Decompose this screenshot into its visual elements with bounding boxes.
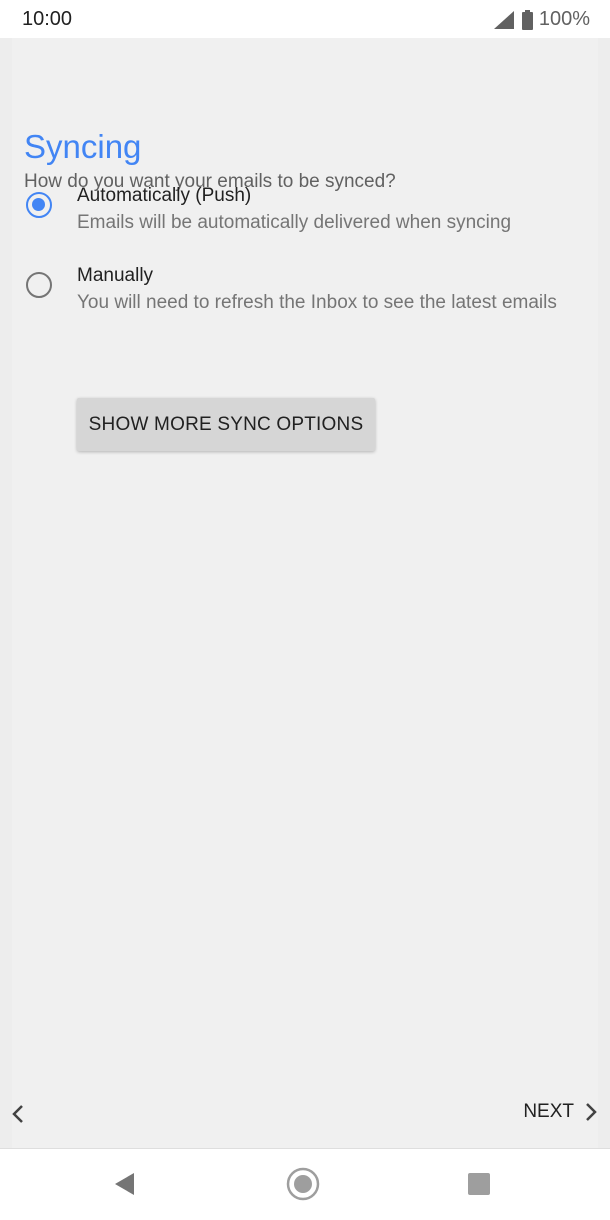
show-more-sync-options-button[interactable]: SHOW MORE SYNC OPTIONS: [77, 398, 375, 451]
option-description: Emails will be automatically delivered w…: [77, 212, 512, 233]
nav-back-icon[interactable]: [112, 1171, 138, 1197]
nav-recents-icon[interactable]: [468, 1173, 490, 1195]
radio-selected-icon[interactable]: [26, 192, 52, 218]
navigation-bar: [0, 1148, 610, 1220]
next-chevron-icon: [586, 1103, 597, 1121]
status-bar: 10:00 100%: [0, 0, 610, 38]
battery-percent: 100%: [538, 8, 590, 30]
nav-home-icon[interactable]: [285, 1166, 321, 1202]
next-label: NEXT: [523, 1101, 574, 1122]
main-content: Syncing How do you want your emails to b…: [0, 38, 610, 1148]
option-description: You will need to refresh the Inbox to se…: [77, 292, 557, 313]
signal-icon: [493, 10, 514, 29]
status-time: 10:00: [22, 8, 73, 30]
option-label: Automatically (Push): [77, 185, 252, 206]
back-chevron-icon[interactable]: [10, 1102, 26, 1126]
page-title: Syncing: [24, 128, 142, 165]
radio-unselected-icon[interactable]: [26, 272, 52, 298]
next-button[interactable]: NEXT: [523, 1100, 598, 1124]
battery-icon: [521, 9, 533, 30]
option-label: Manually: [77, 265, 154, 286]
status-icons: 100%: [493, 8, 590, 31]
